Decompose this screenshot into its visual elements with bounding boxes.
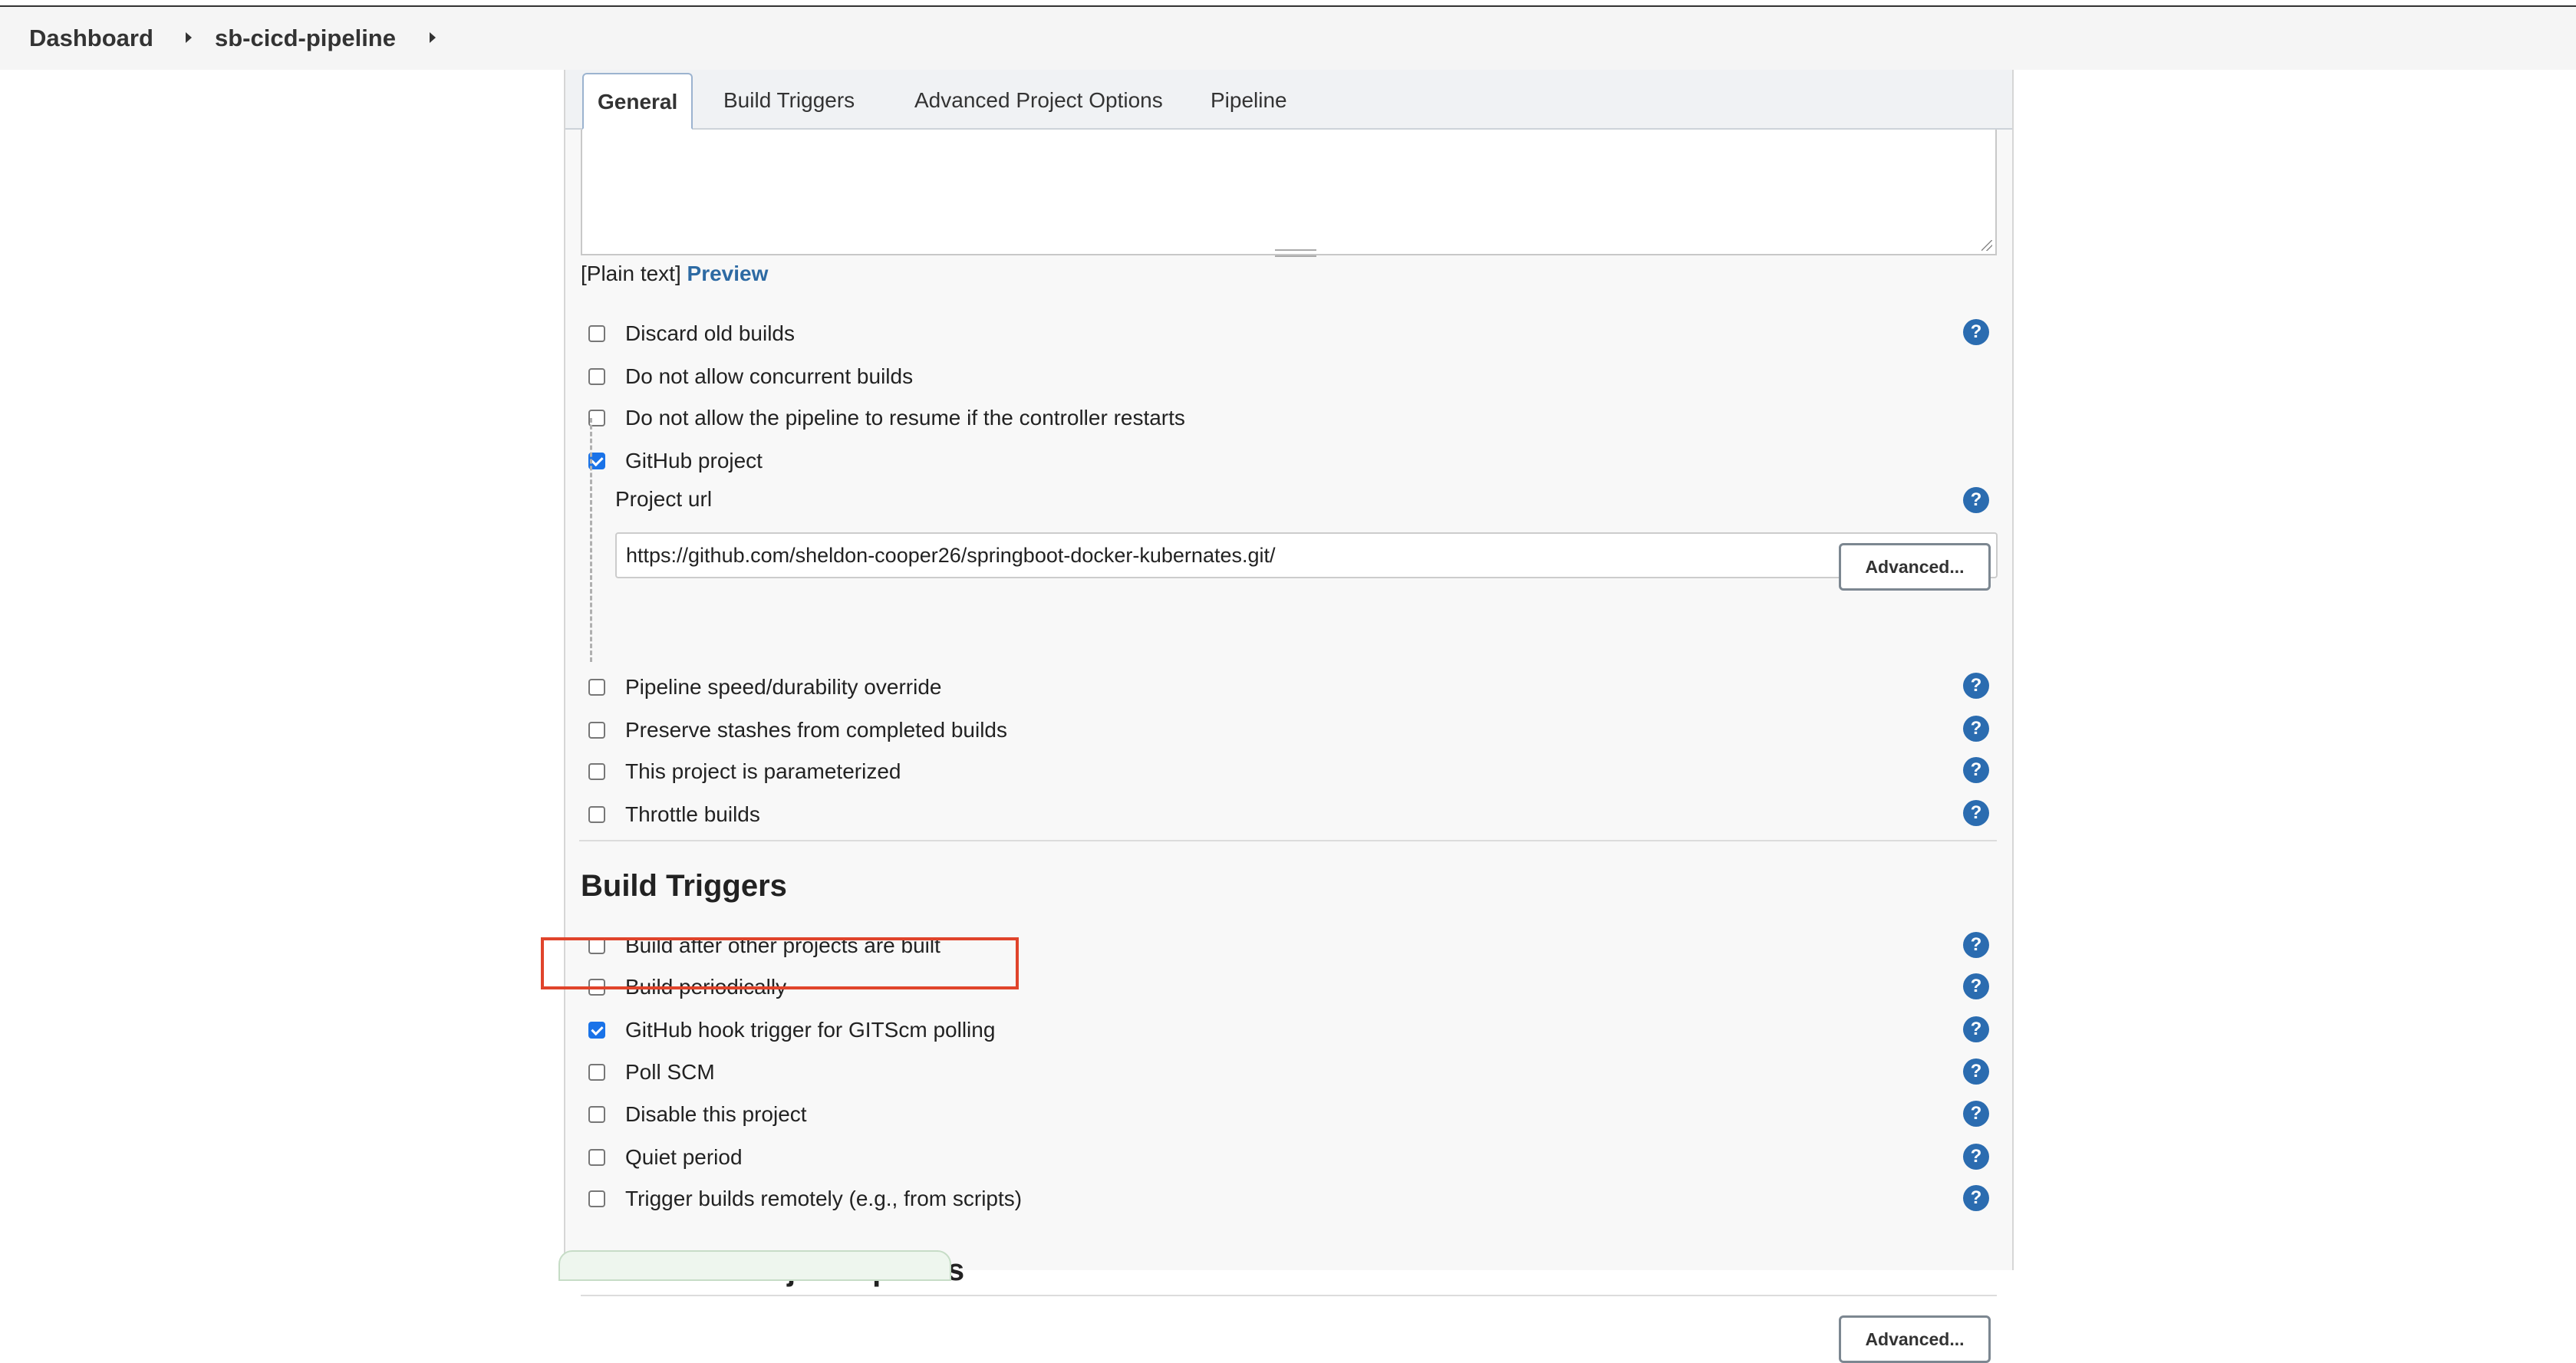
trigger-poll-scm[interactable]: Poll SCM (588, 1057, 715, 1088)
option-throttle-builds[interactable]: Throttle builds (588, 799, 760, 830)
breadcrumb-dashboard[interactable]: Dashboard (29, 25, 153, 52)
description-textarea[interactable] (581, 130, 1997, 255)
help-icon[interactable]: ? (1963, 1058, 1989, 1085)
help-icon[interactable]: ? (1963, 716, 1989, 742)
tab-build-triggers[interactable]: Build Triggers (710, 73, 868, 128)
option-no-concurrent-builds[interactable]: Do not allow concurrent builds (588, 361, 913, 392)
option-discard-old-builds[interactable]: Discard old builds (588, 318, 795, 349)
trigger-quiet-period[interactable]: Quiet period (588, 1142, 743, 1173)
trigger-builds-remotely[interactable]: Trigger builds remotely (e.g., from scri… (588, 1184, 1022, 1214)
option-pipeline-speed[interactable]: Pipeline speed/durability override (588, 672, 941, 703)
help-icon[interactable]: ? (1963, 1016, 1989, 1042)
help-icon[interactable]: ? (1963, 487, 1989, 513)
option-github-project[interactable]: GitHub project (588, 446, 763, 476)
option-label: Throttle builds (625, 802, 760, 826)
build-triggers-heading: Build Triggers (581, 869, 787, 903)
project-url-label: Project url (615, 487, 713, 511)
advanced-button[interactable]: Advanced... (1839, 1315, 1991, 1363)
textarea-drag-handle[interactable] (1275, 249, 1316, 257)
advanced-button[interactable]: Advanced... (1839, 543, 1991, 591)
option-label: Do not allow concurrent builds (625, 364, 914, 388)
preserve-stashes-checkbox[interactable] (588, 722, 605, 739)
trigger-github-hook[interactable]: GitHub hook trigger for GITScm polling (588, 1015, 995, 1045)
config-tabs: General Build Triggers Advanced Project … (565, 70, 2012, 130)
disable-project-checkbox[interactable] (588, 1106, 605, 1123)
poll-scm-checkbox[interactable] (588, 1064, 605, 1081)
help-icon[interactable]: ? (1963, 973, 1989, 999)
option-label: This project is parameterized (625, 759, 901, 783)
help-icon[interactable]: ? (1963, 932, 1989, 958)
throttle-builds-checkbox[interactable] (588, 806, 605, 823)
plain-text-label: [Plain text] (581, 262, 681, 285)
no-concurrent-builds-checkbox[interactable] (588, 368, 605, 385)
quiet-period-checkbox[interactable] (588, 1149, 605, 1166)
help-icon[interactable]: ? (1963, 800, 1989, 826)
breadcrumb-job[interactable]: sb-cicd-pipeline (215, 25, 396, 52)
job-config-panel: General Build Triggers Advanced Project … (564, 70, 2014, 1363)
option-label: Pipeline speed/durability override (625, 675, 942, 699)
trigger-disable-project[interactable]: Disable this project (588, 1099, 807, 1130)
breadcrumb: Dashboard sb-cicd-pipeline (0, 7, 2576, 70)
discard-old-builds-checkbox[interactable] (588, 325, 605, 342)
highlight-box (541, 937, 1019, 989)
nested-indent-guide (590, 418, 595, 662)
help-icon[interactable]: ? (1963, 757, 1989, 783)
option-label: Preserve stashes from completed builds (625, 718, 1007, 742)
option-label: Do not allow the pipeline to resume if t… (625, 406, 1185, 430)
notification-tab (558, 1250, 951, 1281)
tab-pipeline[interactable]: Pipeline (1197, 73, 1301, 128)
pipeline-speed-checkbox[interactable] (588, 679, 605, 696)
option-label: Poll SCM (625, 1060, 715, 1084)
help-icon[interactable]: ? (1963, 673, 1989, 699)
help-icon[interactable]: ? (1963, 1101, 1989, 1127)
option-label: GitHub project (625, 449, 763, 472)
trigger-remotely-checkbox[interactable] (588, 1190, 605, 1207)
option-label: Trigger builds remotely (e.g., from scri… (625, 1187, 1023, 1210)
window-top-edge (0, 0, 2576, 7)
help-icon[interactable]: ? (1963, 1185, 1989, 1211)
option-preserve-stashes[interactable]: Preserve stashes from completed builds (588, 715, 1007, 746)
help-icon[interactable]: ? (1963, 1144, 1989, 1170)
option-parameterized[interactable]: This project is parameterized (588, 756, 901, 787)
build-triggers-divider (579, 840, 1995, 841)
tab-advanced-project-options[interactable]: Advanced Project Options (901, 73, 1177, 128)
resize-grip-icon[interactable] (1981, 240, 1992, 251)
description-format: [Plain text] Preview (581, 262, 768, 286)
section-divider (581, 1295, 1997, 1296)
parameterized-checkbox[interactable] (588, 763, 605, 780)
option-label: Discard old builds (625, 321, 795, 345)
option-label: GitHub hook trigger for GITScm polling (625, 1018, 996, 1042)
tab-general[interactable]: General (582, 73, 693, 130)
chevron-right-icon[interactable] (430, 32, 436, 43)
chevron-right-icon[interactable] (186, 32, 192, 43)
option-no-resume[interactable]: Do not allow the pipeline to resume if t… (588, 403, 1185, 433)
option-label: Quiet period (625, 1145, 743, 1169)
project-url-input[interactable]: https://github.com/sheldon-cooper26/spri… (615, 532, 1998, 578)
preview-link[interactable]: Preview (687, 262, 769, 285)
help-icon[interactable]: ? (1963, 319, 1989, 345)
option-label: Disable this project (625, 1102, 807, 1126)
github-hook-checkbox[interactable] (588, 1022, 605, 1039)
